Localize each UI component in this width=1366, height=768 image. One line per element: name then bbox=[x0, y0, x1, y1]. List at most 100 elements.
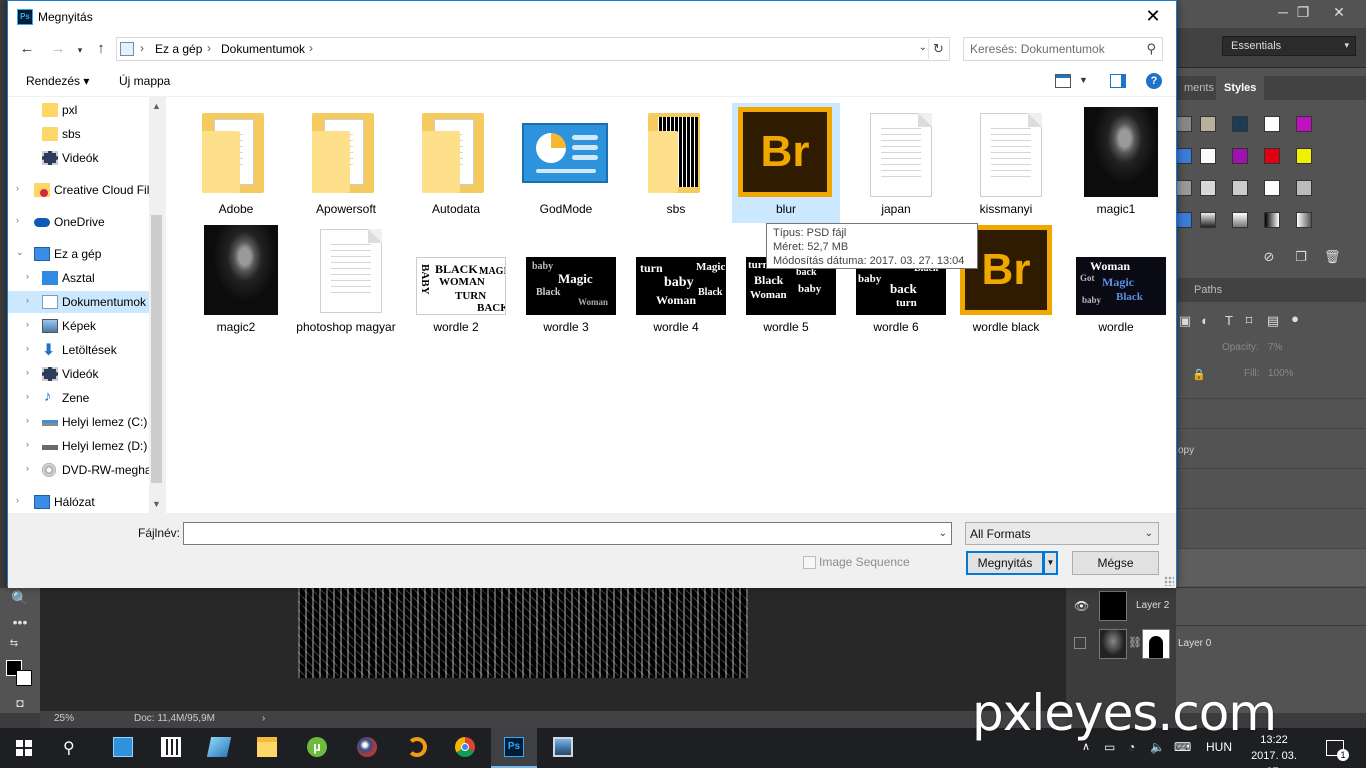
chevron-right-icon[interactable]: › bbox=[26, 319, 29, 329]
chevron-right-icon[interactable]: › bbox=[26, 367, 29, 377]
style-swatch[interactable] bbox=[1232, 148, 1248, 164]
sidebar-item-sbs[interactable]: sbs bbox=[8, 123, 156, 145]
background-color[interactable] bbox=[16, 670, 32, 686]
ps-close-button[interactable]: ✕ bbox=[1326, 2, 1352, 22]
eye-icon[interactable]: 👁 bbox=[1074, 599, 1089, 613]
image-sequence-checkbox[interactable] bbox=[803, 556, 816, 569]
taskbar-app-control-panel[interactable] bbox=[100, 728, 146, 768]
taskbar-app-media[interactable] bbox=[394, 728, 440, 768]
style-swatch[interactable] bbox=[1232, 116, 1248, 132]
filter-smart-icon[interactable]: ▤ bbox=[1266, 314, 1280, 328]
help-icon[interactable]: ? bbox=[1146, 73, 1162, 89]
sidebar-item-this-pc[interactable]: ⌄ Ez a gép bbox=[8, 243, 156, 265]
search-icon[interactable]: ⚲ bbox=[1146, 41, 1156, 57]
chevron-right-icon[interactable]: › bbox=[26, 343, 29, 353]
sidebar-item-pictures[interactable]: › Képek bbox=[8, 315, 156, 337]
scroll-up-icon[interactable]: ▲ bbox=[152, 101, 161, 111]
preview-pane-icon[interactable] bbox=[1110, 74, 1126, 88]
sidebar-item-onedrive[interactable]: › OneDrive bbox=[8, 211, 156, 233]
zoom-level[interactable]: 25% bbox=[54, 713, 74, 724]
ps-restore-button[interactable]: ❐ bbox=[1290, 2, 1316, 22]
chevron-right-icon[interactable]: › bbox=[16, 215, 19, 225]
chevron-right-icon[interactable]: › bbox=[26, 295, 29, 305]
chevron-right-icon[interactable]: › bbox=[26, 271, 29, 281]
open-button[interactable]: Megnyitás bbox=[966, 551, 1044, 575]
style-swatch[interactable] bbox=[1176, 148, 1192, 164]
breadcrumb-documents[interactable]: Dokumentumok bbox=[221, 42, 305, 56]
trash-icon[interactable]: 🗑 bbox=[1324, 250, 1341, 264]
scrollbar-thumb[interactable] bbox=[151, 215, 162, 483]
more-tools-icon[interactable]: ••• bbox=[10, 614, 30, 630]
taskbar-app-explorer[interactable] bbox=[244, 728, 290, 768]
file-item-wordle[interactable]: Woman Got Magic Black baby wordle bbox=[1062, 223, 1170, 343]
taskbar-app-calculator[interactable] bbox=[148, 728, 194, 768]
recent-locations-dropdown[interactable]: ▾ bbox=[70, 40, 90, 60]
refresh-button[interactable]: ↻ bbox=[928, 39, 948, 59]
style-swatch[interactable] bbox=[1264, 180, 1280, 196]
resize-grip[interactable] bbox=[1164, 576, 1174, 586]
breadcrumb-separator[interactable]: › bbox=[207, 41, 211, 55]
fill-value[interactable]: 100% bbox=[1268, 368, 1294, 379]
chevron-right-icon[interactable]: › bbox=[26, 463, 29, 473]
volume-icon[interactable]: 🔈 bbox=[1150, 740, 1165, 754]
start-button[interactable] bbox=[0, 728, 46, 768]
breadcrumb-this-pc[interactable]: Ez a gép bbox=[155, 42, 202, 56]
style-swatch[interactable] bbox=[1176, 180, 1192, 196]
sidebar-item-creative-cloud[interactable]: › Creative Cloud Fil bbox=[8, 179, 156, 201]
up-button[interactable]: ↑ bbox=[91, 39, 111, 59]
address-dropdown-icon[interactable]: ⌄ bbox=[919, 42, 927, 53]
opacity-value[interactable]: 7% bbox=[1268, 342, 1282, 353]
chevron-right-icon[interactable]: › bbox=[26, 391, 29, 401]
forward-button[interactable]: → bbox=[48, 39, 68, 59]
file-format-select[interactable]: All Formats ⌄ bbox=[965, 522, 1159, 545]
search-taskbar-button[interactable]: ⚲ bbox=[48, 728, 94, 768]
scroll-down-icon[interactable]: ▼ bbox=[152, 499, 161, 509]
layer-row[interactable] bbox=[1176, 508, 1366, 548]
file-item-autodata[interactable]: Autodata bbox=[402, 103, 510, 223]
sidebar-item-pxl[interactable]: pxl bbox=[8, 99, 156, 121]
style-swatch[interactable] bbox=[1200, 148, 1216, 164]
close-button[interactable]: ✕ bbox=[1130, 1, 1176, 33]
sidebar-item-music[interactable]: › ♪ Zene bbox=[8, 387, 156, 409]
new-style-icon[interactable]: ❐ bbox=[1294, 250, 1308, 264]
chevron-down-icon[interactable]: ⌄ bbox=[16, 247, 24, 258]
new-folder-button[interactable]: Új mappa bbox=[119, 74, 170, 88]
style-swatch[interactable] bbox=[1296, 180, 1312, 196]
taskbar-app-utorrent[interactable]: µ bbox=[294, 728, 340, 768]
layer-row-selected[interactable] bbox=[1176, 548, 1366, 586]
filter-type-icon[interactable]: T bbox=[1222, 314, 1236, 328]
address-bar[interactable]: › Ez a gép › Dokumentumok › ⌄ ↻ bbox=[116, 37, 950, 61]
style-swatch[interactable] bbox=[1264, 212, 1280, 228]
style-swatch[interactable] bbox=[1296, 116, 1312, 132]
chevron-down-icon[interactable]: ⌄ bbox=[939, 528, 947, 539]
style-swatch[interactable] bbox=[1232, 180, 1248, 196]
file-item-magic1[interactable]: magic1 bbox=[1062, 103, 1170, 223]
battery-icon[interactable]: ▭ bbox=[1104, 740, 1115, 754]
style-swatch[interactable] bbox=[1296, 148, 1312, 164]
wifi-icon[interactable]: ◔ bbox=[1128, 740, 1135, 754]
layer-row[interactable]: opy bbox=[1176, 428, 1366, 468]
cancel-button[interactable]: Mégse bbox=[1072, 551, 1159, 575]
layer-row-layer-2[interactable]: 👁 Layer 2 bbox=[1066, 587, 1366, 625]
layer-row-layer-0[interactable]: ⛓ Layer 0 bbox=[1066, 625, 1366, 663]
sidebar-item-network[interactable]: › Hálózat bbox=[8, 491, 156, 513]
style-swatch[interactable] bbox=[1200, 212, 1216, 228]
input-language[interactable]: HUN bbox=[1206, 740, 1232, 754]
file-item-godmode[interactable]: GodMode bbox=[512, 103, 620, 223]
file-item-adobe[interactable]: Adobe bbox=[182, 103, 290, 223]
sidebar-item-dvd[interactable]: › DVD-RW-megha bbox=[8, 459, 156, 481]
filter-toggle-icon[interactable]: ● bbox=[1288, 312, 1302, 326]
quick-mask-icon[interactable]: ◘ bbox=[10, 696, 30, 710]
status-arrow-icon[interactable]: › bbox=[262, 713, 265, 724]
file-item-blur[interactable]: Br blur bbox=[732, 103, 840, 223]
back-button[interactable]: ← bbox=[17, 39, 37, 59]
chevron-right-icon[interactable]: › bbox=[16, 495, 19, 505]
filename-combobox[interactable]: ⌄ bbox=[183, 522, 952, 545]
style-swatch[interactable] bbox=[1200, 180, 1216, 196]
sidebar-item-documents[interactable]: › Dokumentumok bbox=[8, 291, 156, 313]
filename-input[interactable] bbox=[188, 526, 928, 540]
breadcrumb-separator[interactable]: › bbox=[140, 41, 144, 55]
change-view-icon[interactable] bbox=[1055, 74, 1071, 88]
file-item-sbs[interactable]: sbs bbox=[622, 103, 730, 223]
open-options-dropdown[interactable]: ▼ bbox=[1044, 551, 1058, 575]
